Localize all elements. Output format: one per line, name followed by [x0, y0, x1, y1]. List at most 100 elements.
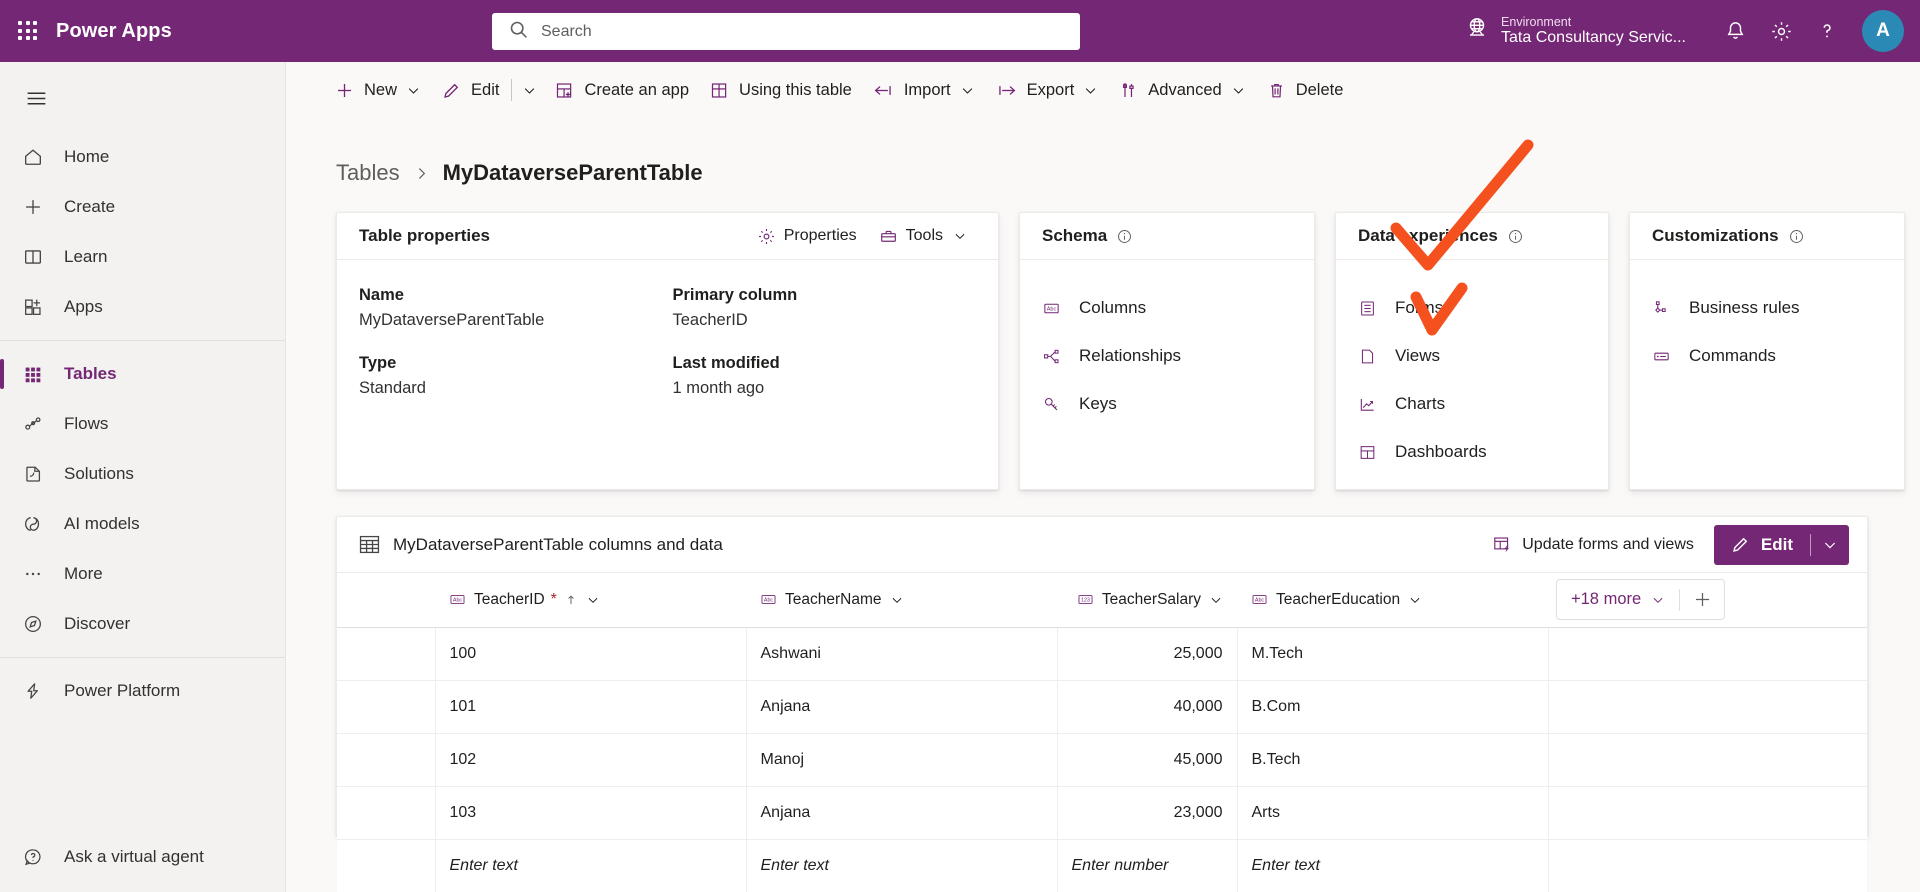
- cell-teachereducation[interactable]: B.Tech: [1237, 733, 1548, 786]
- sidebar-item-more[interactable]: More: [0, 549, 285, 599]
- sidebar-item-learn[interactable]: Learn: [0, 232, 285, 282]
- customizations-link-business-rules[interactable]: Business rules: [1630, 284, 1904, 332]
- ask-virtual-agent-button[interactable]: Ask a virtual agent: [0, 832, 285, 882]
- cell-teachername[interactable]: Anjana: [746, 680, 1057, 733]
- chevron-down-icon[interactable]: [406, 83, 421, 98]
- chevron-down-icon[interactable]: [1651, 593, 1665, 607]
- grid-scroll-area[interactable]: Abc TeacherID *: [337, 573, 1867, 892]
- import-button[interactable]: Import: [862, 71, 985, 109]
- chevron-down-icon[interactable]: [960, 83, 975, 98]
- column-header-teacherid[interactable]: Abc TeacherID *: [435, 573, 746, 627]
- row-select-cell[interactable]: [337, 680, 435, 733]
- cell-teachername[interactable]: Ashwani: [746, 627, 1057, 680]
- chevron-down-icon[interactable]: [1209, 593, 1223, 607]
- row-select-header[interactable]: [337, 573, 435, 627]
- cell-teachersalary[interactable]: 40,000: [1057, 680, 1237, 733]
- info-circle-icon[interactable]: [1788, 228, 1805, 245]
- search-input[interactable]: [541, 23, 1080, 41]
- data-experiences-link-dashboards[interactable]: Dashboards: [1336, 428, 1608, 476]
- sidebar-item-ai-models[interactable]: AI models: [0, 499, 285, 549]
- table-row[interactable]: 101 Anjana 40,000 B.Com: [337, 680, 1867, 733]
- new-row-teachersalary-placeholder[interactable]: Enter number: [1057, 839, 1237, 892]
- add-column-button[interactable]: [1680, 580, 1724, 619]
- bell-icon[interactable]: [1712, 8, 1758, 54]
- more-columns-button[interactable]: +18 more: [1557, 580, 1679, 619]
- info-circle-icon[interactable]: [1116, 228, 1133, 245]
- sidebar-item-apps[interactable]: Apps: [0, 282, 285, 332]
- new-row-teachername-placeholder[interactable]: Enter text: [746, 839, 1057, 892]
- cell-teacherid[interactable]: 100: [435, 627, 746, 680]
- row-select-cell[interactable]: [337, 733, 435, 786]
- schema-link-columns[interactable]: Abc Columns: [1020, 284, 1314, 332]
- advanced-button[interactable]: Advanced: [1108, 71, 1255, 109]
- chevron-down-icon[interactable]: [1231, 83, 1246, 98]
- tools-button[interactable]: Tools: [870, 220, 976, 252]
- edit-button[interactable]: Edit: [1714, 525, 1810, 565]
- row-select-cell[interactable]: [337, 627, 435, 680]
- sidebar-item-power-platform[interactable]: Power Platform: [0, 666, 285, 716]
- cell-teachereducation[interactable]: M.Tech: [1237, 627, 1548, 680]
- sidebar-item-create[interactable]: Create: [0, 182, 285, 232]
- cell-teacherid[interactable]: 103: [435, 786, 746, 839]
- cell-teachersalary[interactable]: 45,000: [1057, 733, 1237, 786]
- cell-teacherid[interactable]: 101: [435, 680, 746, 733]
- cell-teachereducation[interactable]: Arts: [1237, 786, 1548, 839]
- schema-link-keys[interactable]: Keys: [1020, 380, 1314, 428]
- table-row[interactable]: 102 Manoj 45,000 B.Tech: [337, 733, 1867, 786]
- avatar[interactable]: A: [1862, 10, 1904, 52]
- create-an-app-button[interactable]: Create an app: [544, 71, 699, 109]
- new-row-teacherid-placeholder[interactable]: Enter text: [435, 839, 746, 892]
- sidebar-item-solutions[interactable]: Solutions: [0, 449, 285, 499]
- search-box[interactable]: [492, 13, 1080, 50]
- column-header-teachername[interactable]: Abc TeacherName: [746, 573, 1057, 627]
- row-select-cell[interactable]: [337, 839, 435, 892]
- chevron-down-icon[interactable]: [1408, 593, 1422, 607]
- info-circle-icon[interactable]: [1507, 228, 1524, 245]
- using-this-table-button[interactable]: Using this table: [699, 71, 862, 109]
- hamburger-menu-icon[interactable]: [8, 70, 64, 126]
- cell-teachersalary[interactable]: 25,000: [1057, 627, 1237, 680]
- sidebar-item-discover[interactable]: Discover: [0, 599, 285, 649]
- edit-split-button[interactable]: Edit: [1714, 525, 1849, 565]
- delete-button[interactable]: Delete: [1256, 71, 1354, 109]
- column-header-teachereducation[interactable]: Abc TeacherEducation: [1237, 573, 1548, 627]
- environment-picker[interactable]: Environment Tata Consultancy Servic...: [1464, 15, 1686, 48]
- sidebar-item-tables[interactable]: Tables: [0, 349, 285, 399]
- chevron-down-icon[interactable]: [1811, 525, 1849, 565]
- sort-ascending-icon[interactable]: [564, 593, 578, 607]
- cell-teachername[interactable]: Anjana: [746, 786, 1057, 839]
- gear-icon[interactable]: [1758, 8, 1804, 54]
- schema-links: Abc Columns Relationships: [1020, 260, 1314, 428]
- chevron-down-icon[interactable]: [1083, 83, 1098, 98]
- new-row[interactable]: Enter text Enter text Enter number Enter…: [337, 839, 1867, 892]
- question-mark-icon[interactable]: [1804, 8, 1850, 54]
- breadcrumb-tables-link[interactable]: Tables: [336, 160, 400, 186]
- export-button[interactable]: Export: [985, 71, 1109, 109]
- schema-link-relationships[interactable]: Relationships: [1020, 332, 1314, 380]
- chevron-down-icon[interactable]: [890, 593, 904, 607]
- chevron-down-icon[interactable]: [586, 593, 600, 607]
- table-row[interactable]: 100 Ashwani 25,000 M.Tech: [337, 627, 1867, 680]
- sidebar-item-home[interactable]: Home: [0, 132, 285, 182]
- table-row[interactable]: 103 Anjana 23,000 Arts: [337, 786, 1867, 839]
- data-experiences-link-views[interactable]: Views: [1336, 332, 1608, 380]
- cell-teachereducation[interactable]: B.Com: [1237, 680, 1548, 733]
- edit-button[interactable]: Edit: [431, 71, 509, 109]
- row-select-cell[interactable]: [337, 786, 435, 839]
- cell-teachername[interactable]: Manoj: [746, 733, 1057, 786]
- data-experiences-link-forms[interactable]: Forms: [1336, 284, 1608, 332]
- sidebar-item-flows[interactable]: Flows: [0, 399, 285, 449]
- new-row-teachereducation-placeholder[interactable]: Enter text: [1237, 839, 1548, 892]
- properties-button[interactable]: Properties: [748, 220, 866, 252]
- column-header-teachersalary[interactable]: 123 TeacherSalary: [1057, 573, 1237, 627]
- data-experiences-link-charts[interactable]: Charts: [1336, 380, 1608, 428]
- chevron-down-icon[interactable]: [953, 229, 967, 243]
- app-launcher-icon[interactable]: [18, 21, 38, 41]
- customizations-link-commands[interactable]: Commands: [1630, 332, 1904, 380]
- update-forms-and-views-button[interactable]: Update forms and views: [1482, 527, 1704, 563]
- edit-dropdown-caret[interactable]: [514, 71, 544, 109]
- brand-title[interactable]: Power Apps: [56, 20, 172, 43]
- cell-teacherid[interactable]: 102: [435, 733, 746, 786]
- new-button[interactable]: New: [324, 71, 431, 109]
- cell-teachersalary[interactable]: 23,000: [1057, 786, 1237, 839]
